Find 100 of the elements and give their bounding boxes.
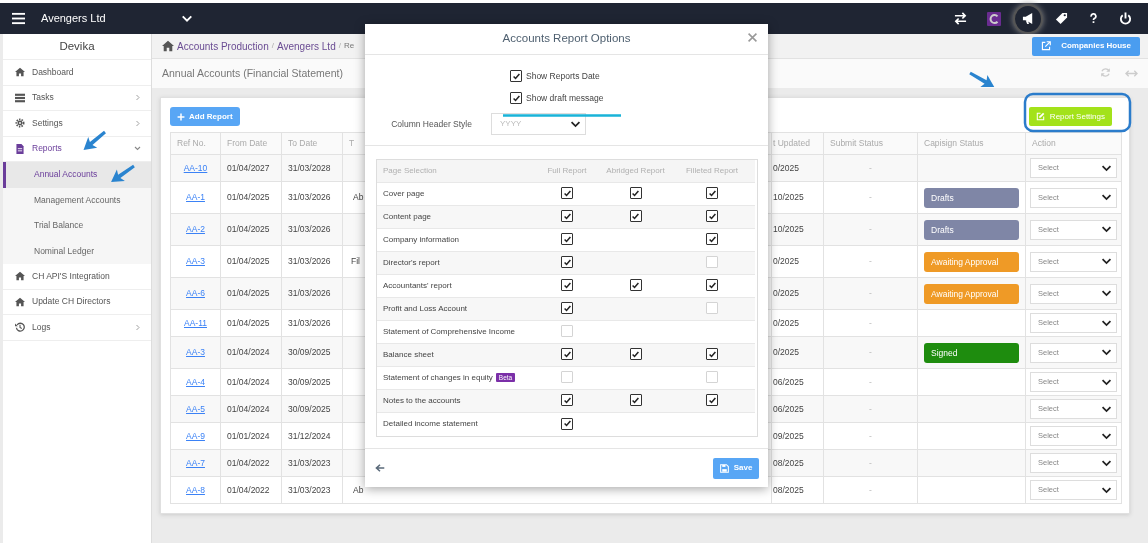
table-cell: 01/04/2025 [227, 192, 270, 203]
check-icon [562, 257, 572, 267]
table-cell: 06/2025 [773, 376, 804, 387]
checkbox[interactable] [706, 210, 718, 223]
table-cell: - [869, 403, 872, 414]
table-cell: 31/12/2024 [288, 430, 331, 441]
checkbox[interactable] [706, 233, 718, 246]
breadcrumb-link[interactable]: Avengers Ltd [276, 38, 336, 54]
reference-link[interactable]: AA-6 [186, 288, 205, 299]
plus-icon [177, 112, 185, 121]
checkbox[interactable] [561, 417, 573, 430]
exchange-icon[interactable] [954, 12, 967, 25]
table-cell: 31/03/2028 [288, 162, 331, 173]
reference-link[interactable]: AA-2 [186, 224, 205, 235]
save-icon [719, 463, 729, 473]
table-cell: 08/2025 [773, 457, 804, 468]
reference-link[interactable]: AA-1 [186, 192, 205, 203]
column-header: Abridged Report [606, 165, 665, 175]
table-cell: 06/2025 [773, 403, 804, 414]
sidebar-item[interactable]: Update CH Directors [3, 289, 151, 315]
check-icon [562, 303, 572, 313]
help-icon[interactable] [1088, 13, 1099, 24]
table-cell: 31/03/2026 [288, 317, 331, 328]
breadcrumb-link[interactable]: Accounts Production [177, 38, 269, 54]
menu-icon[interactable] [12, 12, 25, 25]
reference-link[interactable]: AA-5 [186, 403, 205, 414]
checkbox[interactable] [561, 210, 573, 223]
checkbox[interactable] [706, 187, 718, 200]
checkbox[interactable] [706, 279, 718, 292]
checkbox[interactable] [510, 70, 522, 82]
option-label: Show Reports Date [526, 69, 600, 83]
page-name: Statement of changes in equity [383, 372, 493, 382]
checkbox[interactable] [561, 394, 573, 407]
close-icon[interactable] [747, 32, 758, 43]
checkbox[interactable] [561, 233, 573, 246]
power-icon[interactable] [1119, 12, 1132, 25]
page-name: Director's report [383, 257, 440, 267]
table-cell: 31/03/2023 [288, 484, 331, 495]
table-cell: 30/09/2025 [288, 347, 331, 358]
page-name: Profit and Loss Account [383, 303, 468, 313]
checkbox[interactable] [706, 348, 718, 361]
settings-icon [15, 118, 25, 129]
column-header: Action [1025, 132, 1122, 155]
checkbox[interactable] [561, 302, 573, 315]
check-icon [707, 234, 717, 244]
checkbox[interactable] [629, 210, 642, 223]
column-header: Full Report [547, 165, 587, 175]
checkbox[interactable] [561, 256, 573, 269]
checkbox[interactable] [629, 187, 642, 200]
checkbox[interactable] [561, 348, 573, 361]
table-cell: - [869, 376, 872, 387]
checkbox[interactable] [706, 394, 718, 407]
home-icon[interactable] [162, 40, 174, 52]
sidebar-subitem[interactable]: Annual Accounts [3, 162, 151, 188]
sidebar-subitem[interactable]: Management Accounts [3, 187, 151, 213]
checkbox[interactable] [629, 348, 642, 361]
table-cell: 01/04/2025 [227, 317, 270, 328]
checkbox[interactable] [561, 187, 573, 200]
list-icon [15, 92, 25, 103]
app-logo-icon[interactable] [987, 11, 1001, 26]
reference-link[interactable]: AA-11 [184, 317, 207, 328]
back-arrow-icon[interactable] [375, 463, 385, 473]
table-cell: 0/2025 [773, 162, 799, 173]
table-cell: 01/04/2022 [227, 457, 270, 468]
checkbox[interactable] [510, 92, 522, 104]
table-cell: 09/2025 [773, 430, 804, 441]
announcement-button[interactable] [1013, 3, 1043, 34]
sidebar-subitem[interactable]: Nominal Ledger [3, 238, 151, 264]
reference-link[interactable]: AA-4 [186, 376, 205, 387]
chevron-down-icon [1101, 192, 1112, 203]
check-icon [562, 211, 572, 221]
check-icon [631, 211, 640, 221]
page-name: Company information [383, 234, 460, 244]
file-icon [15, 143, 25, 154]
check-icon [511, 93, 521, 103]
reference-link[interactable]: AA-10 [183, 162, 208, 173]
table-cell: 0/2025 [773, 317, 799, 328]
reference-link[interactable]: AA-3 [186, 347, 205, 358]
reference-link[interactable]: AA-8 [186, 484, 205, 495]
table-cell: 0/2025 [773, 288, 799, 299]
field-label: Column Header Style [390, 117, 473, 131]
tag-icon[interactable] [1055, 12, 1068, 25]
reference-link[interactable]: AA-9 [186, 430, 205, 441]
reference-link[interactable]: AA-3 [186, 256, 205, 267]
checkbox[interactable] [629, 394, 642, 407]
annotation-arrow [83, 130, 106, 150]
add-report-button[interactable]: Add Report [170, 107, 240, 126]
companies-house-button[interactable]: Companies House [1032, 36, 1140, 56]
sidebar-item[interactable]: Tasks [3, 85, 151, 111]
checkbox[interactable] [629, 279, 642, 292]
sidebar-item[interactable]: Logs [3, 315, 151, 341]
save-button[interactable]: Save [713, 457, 759, 479]
table-cell: 01/04/2022 [227, 484, 270, 495]
header-style-dropdown[interactable]: YYYY [491, 113, 586, 135]
checkbox[interactable] [561, 279, 573, 292]
sidebar-item[interactable]: CH API'S Integration [3, 264, 151, 290]
breadcrumb-link[interactable]: Re [343, 40, 355, 52]
sidebar-item[interactable]: Dashboard [3, 60, 151, 86]
sidebar-subitem[interactable]: Trial Balance [3, 213, 151, 239]
reference-link[interactable]: AA-7 [186, 457, 205, 468]
